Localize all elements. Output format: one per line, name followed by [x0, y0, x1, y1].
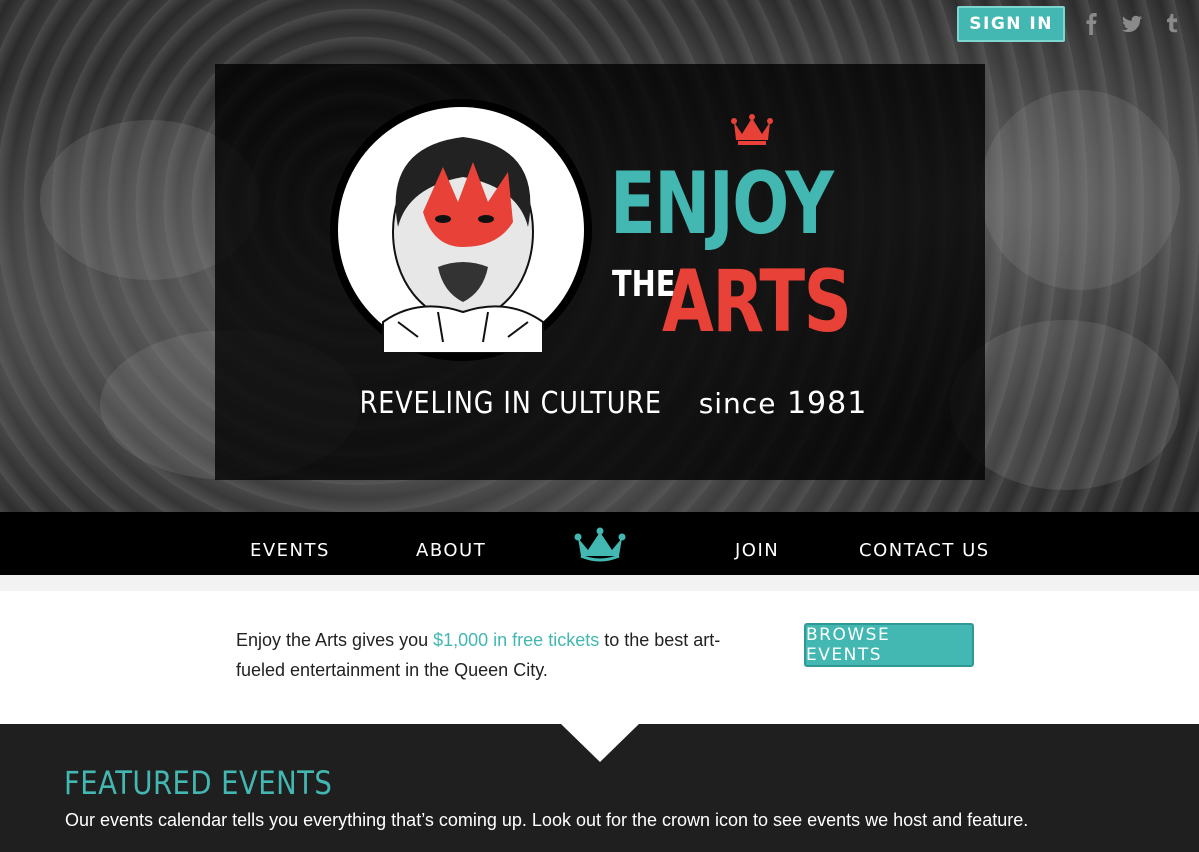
- tagline-main: REVELING IN CULTURE: [359, 386, 662, 421]
- intro-section: Enjoy the Arts gives you $1,000 in free …: [0, 591, 1199, 724]
- intro-highlight: $1,000 in free tickets: [433, 630, 600, 650]
- browse-events-button[interactable]: BROWSE EVENTS: [804, 623, 974, 667]
- tagline-year: 1981: [786, 386, 868, 421]
- featured-events-description: Our events calendar tells you everything…: [65, 810, 1029, 830]
- crown-icon[interactable]: [573, 526, 627, 562]
- top-bar: SIGN IN: [957, 6, 1185, 42]
- tagline: REVELING IN CULTURE since 1981: [215, 386, 985, 421]
- nav-item-join[interactable]: JOIN: [735, 540, 779, 561]
- logo-panel: ENJOY THE ARTS REVELING IN CULTURE since…: [215, 64, 985, 480]
- intro-text-before: Enjoy the Arts gives you: [236, 630, 434, 650]
- nav-item-contact-us[interactable]: CONTACT US: [859, 540, 990, 561]
- crown-icon: [731, 114, 773, 145]
- hero-section: SIGN IN ENJOY THE ARTS REVELING IN CULTU…: [0, 0, 1199, 512]
- sign-in-button[interactable]: SIGN IN: [957, 6, 1065, 42]
- divider-strip: [0, 575, 1199, 591]
- nav-item-about[interactable]: ABOUT: [416, 540, 486, 561]
- facebook-icon[interactable]: [1079, 11, 1105, 37]
- nav-item-events[interactable]: EVENTS: [250, 540, 330, 561]
- featured-events-section: FEATURED EVENTS Our events calendar tell…: [0, 724, 1199, 852]
- twitter-icon[interactable]: [1119, 11, 1145, 37]
- portrait-illustration: [382, 137, 544, 354]
- shakespeare-portrait-logo: [330, 99, 592, 361]
- intro-text: Enjoy the Arts gives you $1,000 in free …: [236, 625, 756, 685]
- crowd-background: [980, 90, 1180, 290]
- main-nav: EVENTS ABOUT JOIN CONTACT US: [0, 512, 1199, 575]
- section-notch: [561, 724, 639, 762]
- logo-word-arts: ARTS: [662, 252, 852, 352]
- featured-events-title: FEATURED EVENTS: [64, 764, 333, 802]
- tagline-since: since: [698, 387, 777, 420]
- tumblr-icon[interactable]: [1159, 11, 1185, 37]
- logo-word-enjoy: ENJOY: [610, 154, 834, 254]
